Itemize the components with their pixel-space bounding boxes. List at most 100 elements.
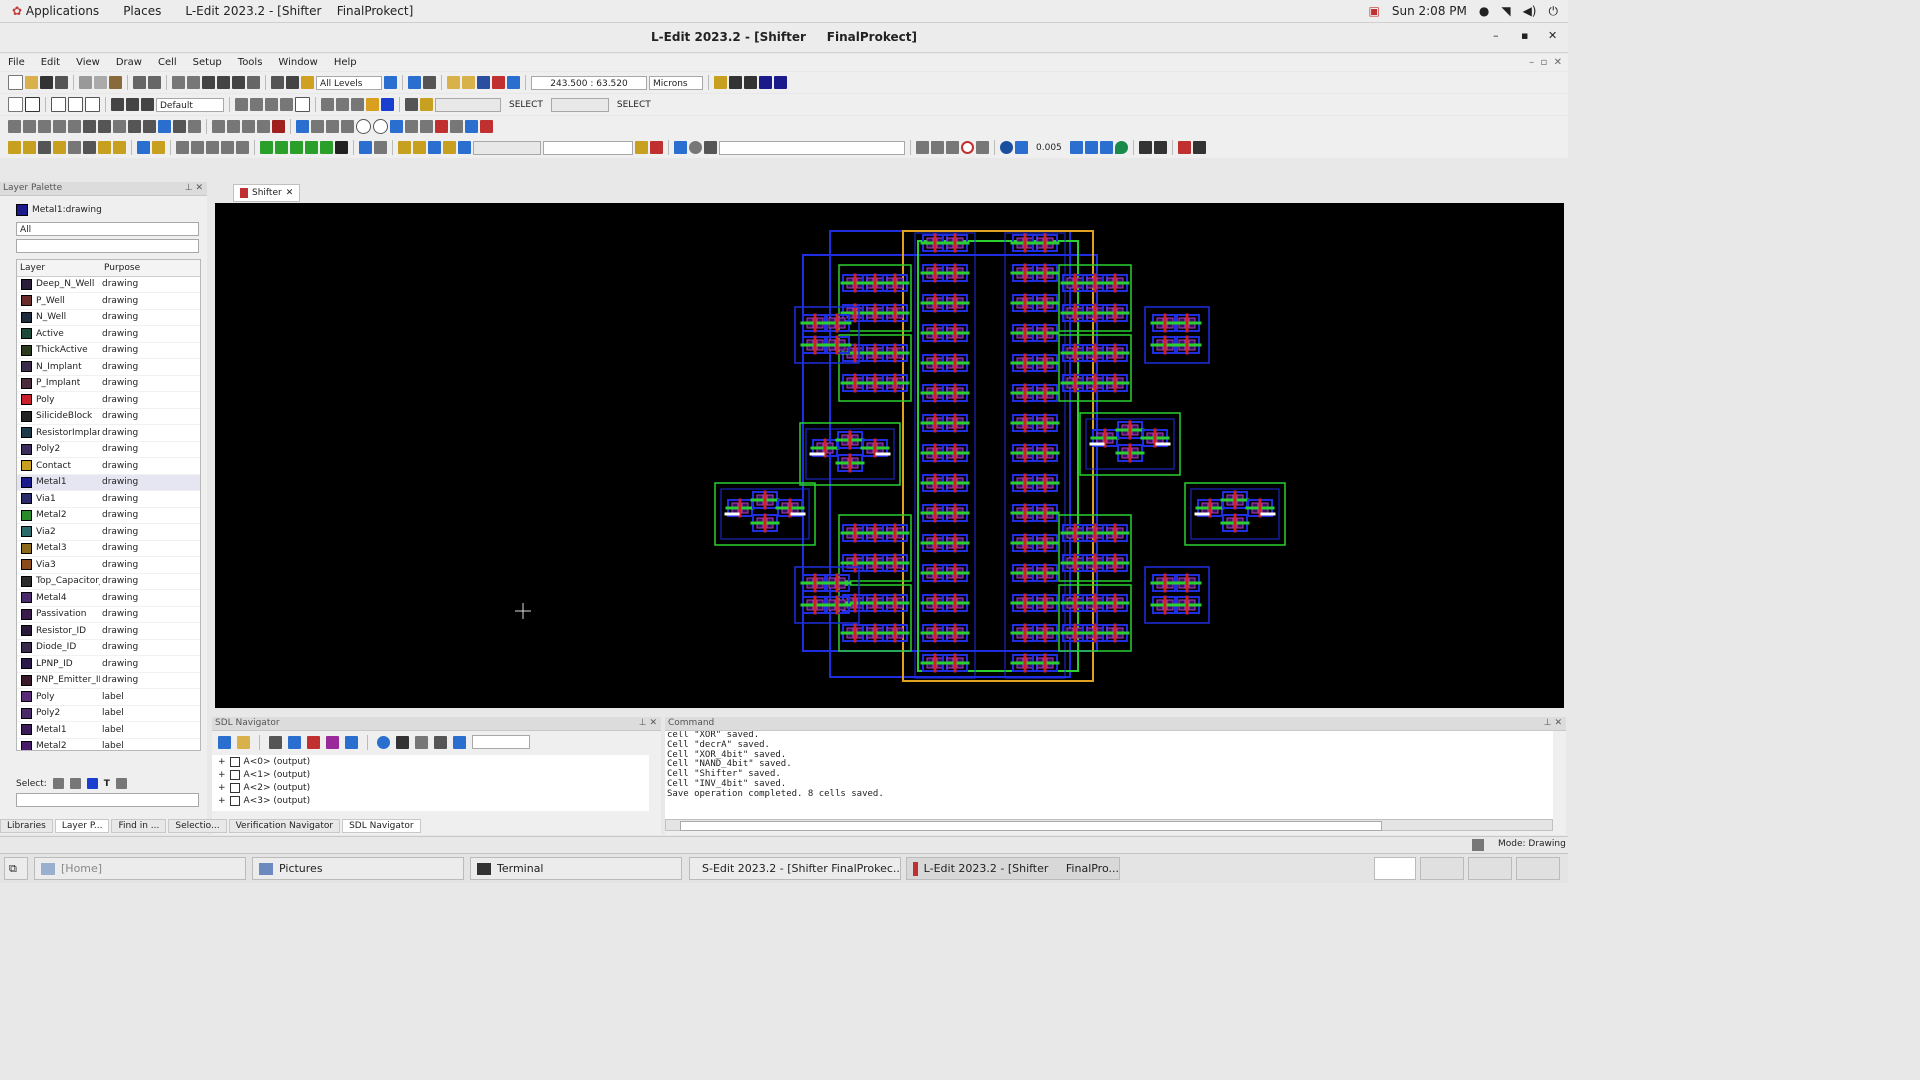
- grid-2-icon[interactable]: [191, 141, 204, 154]
- layer-swatch[interactable]: [21, 311, 32, 323]
- layer-row[interactable]: ResistorImplant drawing: [17, 425, 200, 442]
- layer-swatch[interactable]: [21, 443, 32, 455]
- arrow-left-icon[interactable]: [428, 141, 441, 154]
- wand-icon[interactable]: [635, 141, 648, 154]
- layer-swatch[interactable]: [21, 691, 32, 703]
- bus-2-icon[interactable]: [23, 141, 36, 154]
- open-folder-icon[interactable]: [447, 76, 460, 89]
- color-box-icon[interactable]: [366, 98, 379, 111]
- sdl-dropdown-icon[interactable]: [396, 735, 409, 749]
- chart-icon[interactable]: [420, 120, 433, 133]
- layers-icon[interactable]: [301, 76, 314, 89]
- empty-field[interactable]: [435, 97, 501, 112]
- layer-swatch[interactable]: [21, 344, 32, 356]
- gear-icon[interactable]: [689, 141, 702, 154]
- bus-4-icon[interactable]: [53, 141, 66, 154]
- stack-icon[interactable]: [507, 76, 520, 89]
- new-file-icon[interactable]: [8, 75, 23, 90]
- sdl-open-icon[interactable]: [237, 735, 250, 749]
- copy-icon[interactable]: [94, 76, 107, 89]
- check-icon[interactable]: [359, 141, 372, 154]
- cell-icon[interactable]: [172, 76, 185, 89]
- menu-edit[interactable]: Edit: [33, 57, 68, 68]
- text-2-icon[interactable]: [405, 120, 418, 133]
- flip-icon[interactable]: [38, 120, 51, 133]
- run-rve-icon[interactable]: [305, 141, 318, 154]
- sdl-route-icon[interactable]: [288, 735, 301, 749]
- horseshoe-icon[interactable]: [435, 120, 448, 133]
- tree-checkbox[interactable]: [229, 769, 240, 780]
- binoculars-next-icon[interactable]: [232, 76, 245, 89]
- magnifier-icon[interactable]: [374, 141, 387, 154]
- layout-canvas[interactable]: [215, 203, 1564, 708]
- volume-icon[interactable]: ◀): [1523, 4, 1537, 18]
- ungroup-icon[interactable]: [113, 120, 126, 133]
- minimize-button[interactable]: –: [1493, 29, 1499, 42]
- port-2-icon[interactable]: [250, 98, 263, 111]
- layer-row[interactable]: Poly label: [17, 689, 200, 706]
- layer-row[interactable]: Metal3 drawing: [17, 541, 200, 557]
- nodes-3-icon[interactable]: [326, 120, 339, 133]
- menu-tools[interactable]: Tools: [230, 57, 271, 68]
- wire-any-icon[interactable]: [141, 98, 154, 111]
- drc-select[interactable]: [543, 140, 633, 155]
- tab-sdl-navigator[interactable]: SDL Navigator: [342, 819, 421, 833]
- layer-swatch[interactable]: [21, 674, 32, 686]
- layer-swatch[interactable]: [21, 707, 32, 719]
- layer-row[interactable]: P_Implant drawing: [17, 376, 200, 392]
- tab-close-icon[interactable]: ✕: [286, 188, 294, 198]
- port-icon[interactable]: [235, 98, 248, 111]
- layer-swatch[interactable]: [21, 328, 32, 340]
- merge-icon[interactable]: [83, 120, 96, 133]
- empty-field-2[interactable]: [550, 97, 609, 112]
- layer-search-input[interactable]: [16, 239, 199, 253]
- layer-swatch[interactable]: [21, 592, 32, 604]
- tab-verification-navigator[interactable]: Verification Navigator: [228, 819, 341, 833]
- layer-row[interactable]: LPNP_ID drawing: [17, 656, 200, 673]
- select-button-2[interactable]: SELECT: [611, 100, 657, 110]
- grid-5-icon[interactable]: [236, 141, 249, 154]
- sdl-input[interactable]: [472, 735, 530, 749]
- command-log[interactable]: cell "XOR" saved. Cell "decrA" saved. Cell…: [665, 731, 1553, 819]
- ruler-3-icon[interactable]: [946, 141, 959, 154]
- view-box-2-icon[interactable]: [774, 76, 787, 89]
- tools-icon[interactable]: [247, 76, 260, 89]
- layer-swatch[interactable]: [21, 377, 32, 389]
- rotate-icon[interactable]: [68, 120, 81, 133]
- tree-checkbox[interactable]: [229, 782, 240, 793]
- layer-row[interactable]: Poly2 label: [17, 706, 200, 722]
- tab-selection[interactable]: Selectio...: [168, 819, 227, 833]
- download-icon[interactable]: [158, 120, 171, 133]
- col-layer[interactable]: Layer: [17, 263, 102, 273]
- library-icon[interactable]: [462, 76, 475, 89]
- polygon-tool-icon[interactable]: [51, 97, 66, 112]
- wand-2-icon[interactable]: [650, 141, 663, 154]
- sdl-hand-icon[interactable]: [453, 735, 466, 749]
- run-drc-icon[interactable]: [260, 141, 273, 154]
- ruler-2-icon[interactable]: [931, 141, 944, 154]
- layer-swatch[interactable]: [21, 641, 32, 653]
- layer-swatch[interactable]: [21, 542, 32, 554]
- back-icon[interactable]: [408, 76, 421, 89]
- menu-window[interactable]: Window: [270, 57, 325, 68]
- snap-node-icon[interactable]: [1069, 141, 1083, 154]
- wire-90-icon[interactable]: [111, 98, 124, 111]
- sdl-search-icon[interactable]: [345, 735, 358, 749]
- instance-5-icon[interactable]: [257, 120, 270, 133]
- search-icon[interactable]: [286, 76, 299, 89]
- layer-row[interactable]: Resistor_ID drawing: [17, 623, 200, 640]
- layer-swatch[interactable]: [21, 625, 32, 637]
- hierarchy-icon[interactable]: [271, 76, 284, 89]
- text-box-icon[interactable]: [390, 120, 403, 133]
- layer-swatch[interactable]: [21, 559, 32, 571]
- layer-row[interactable]: Diode_ID drawing: [17, 640, 200, 656]
- measure-icon[interactable]: [976, 141, 989, 154]
- magnet-icon[interactable]: [173, 120, 186, 133]
- align-icon[interactable]: [8, 120, 21, 133]
- ruler-tool-icon[interactable]: [321, 98, 334, 111]
- sdl-horseshoe-icon[interactable]: [415, 735, 428, 749]
- nodes-icon[interactable]: [296, 120, 309, 133]
- ruler-tool-2-icon[interactable]: [336, 98, 349, 111]
- layer-row[interactable]: Metal1 label: [17, 722, 200, 739]
- pen-icon[interactable]: [137, 141, 150, 154]
